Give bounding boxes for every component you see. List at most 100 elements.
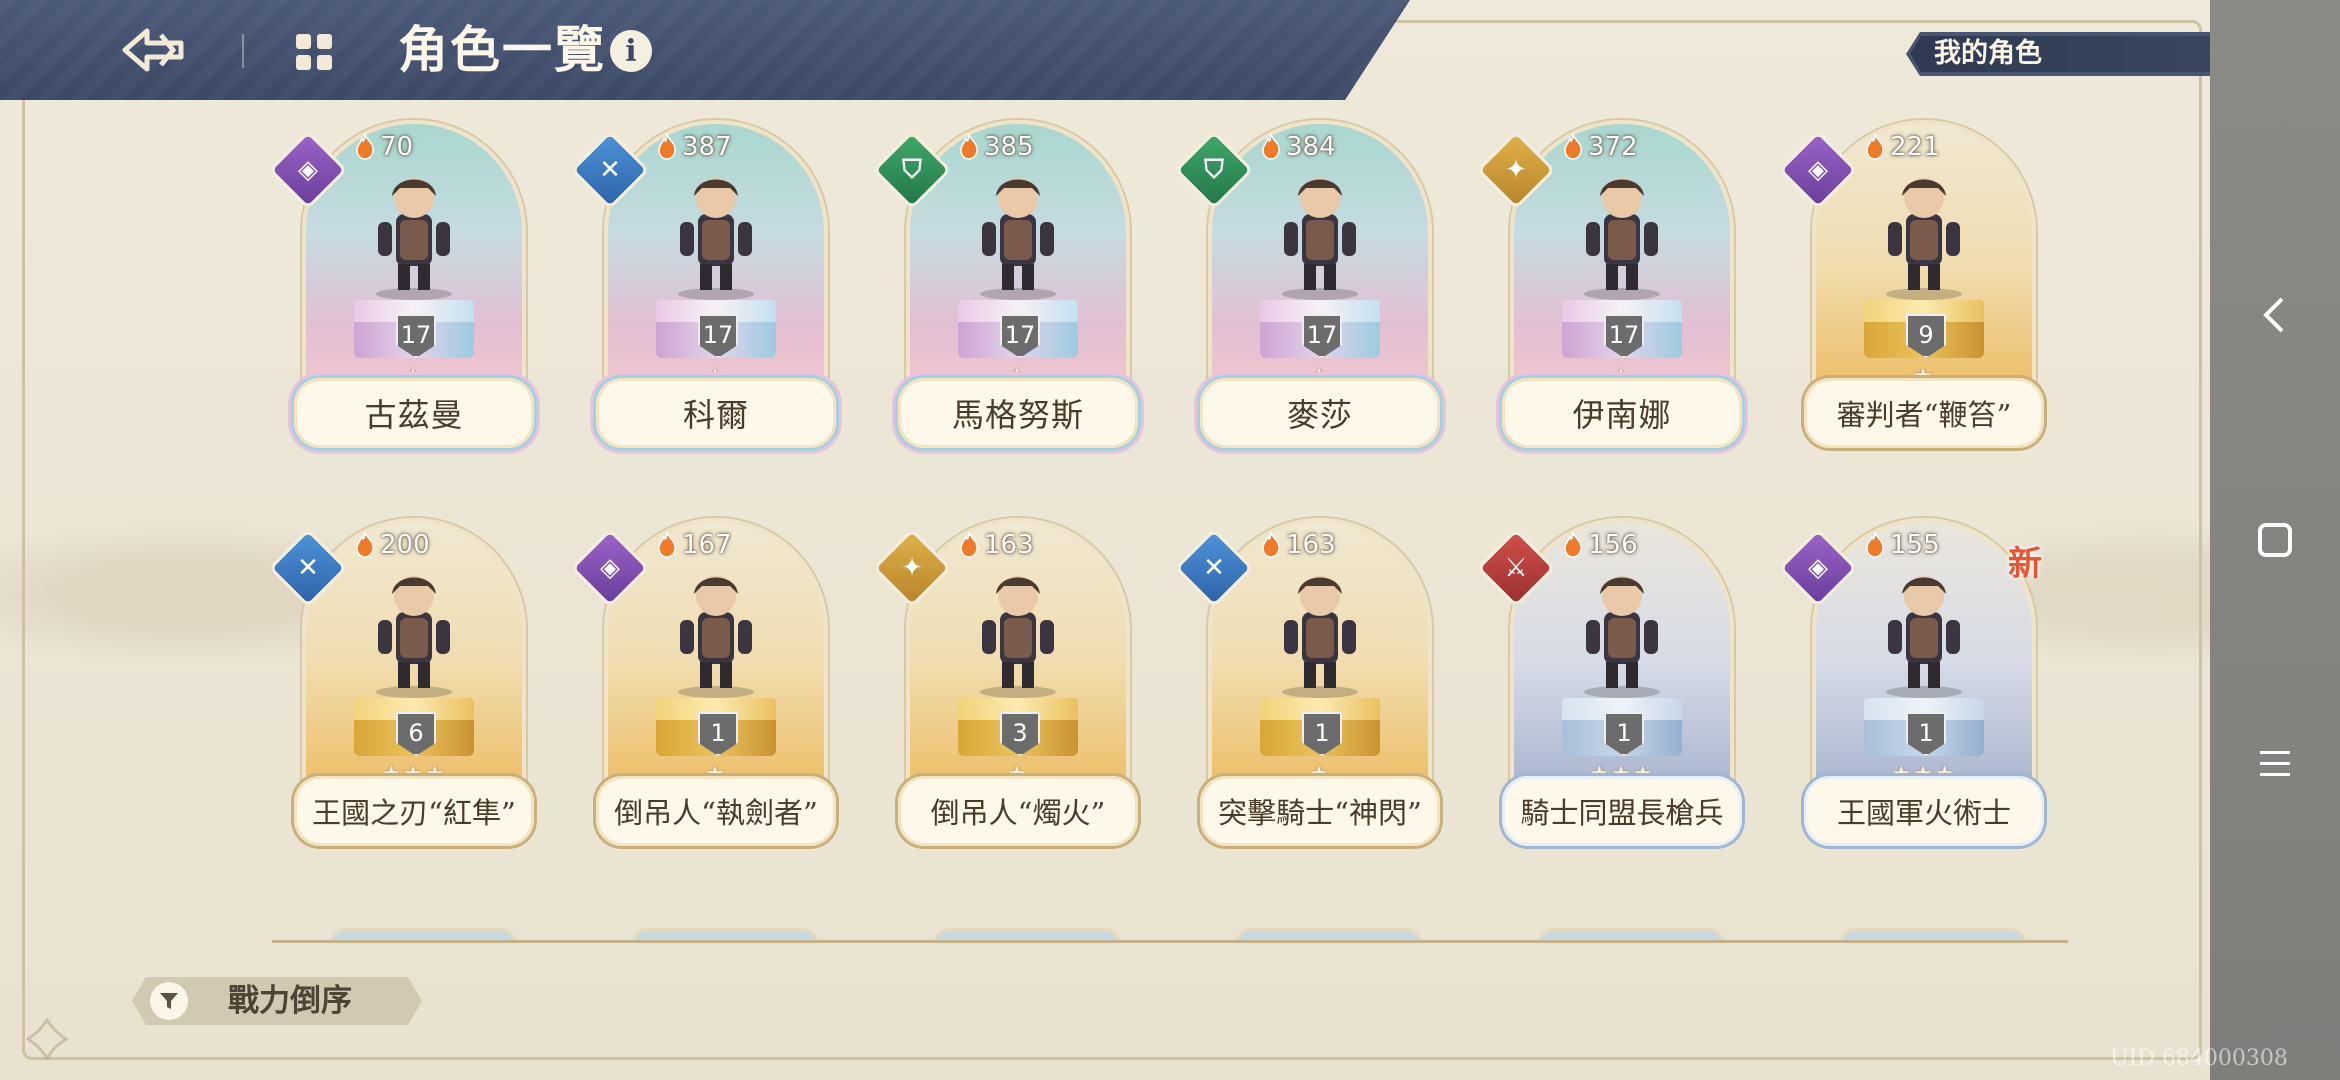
character-card[interactable]: ◈ 221 9 ★ 審判者“鞭笞”: [1778, 120, 2044, 480]
info-icon[interactable]: i: [610, 30, 652, 72]
pedestal: 1: [1548, 698, 1696, 758]
character-sprite: [1886, 178, 1962, 300]
flame-icon: [658, 134, 676, 160]
hamburger-icon: [2260, 751, 2290, 776]
power-text: 372: [1588, 132, 1638, 162]
power-text: 155: [1890, 530, 1940, 560]
character-sprite: [678, 178, 754, 300]
character-card[interactable]: ◈ 70 17 ★ 古茲曼: [268, 120, 534, 480]
flame-icon: [1262, 134, 1280, 160]
power-value: 385: [960, 130, 1034, 164]
power-text: 221: [1890, 132, 1940, 162]
character-sprite: [1886, 576, 1962, 698]
character-name: 倒吊人“執劍者”: [596, 776, 836, 846]
flame-icon: [1866, 532, 1884, 558]
header-divider: [242, 34, 244, 68]
power-value: 155: [1866, 528, 1940, 562]
character-card[interactable]: ⛉ 384 17 ★ 麥莎: [1174, 120, 1440, 480]
page-title: 角色一覽: [398, 20, 606, 79]
back-button[interactable]: [118, 22, 188, 78]
flame-icon: [356, 134, 374, 160]
power-value: 372: [1564, 130, 1638, 164]
list-fade-divider: [272, 940, 2068, 943]
power-value: 70: [356, 130, 414, 164]
pedestal: 3: [944, 698, 1092, 758]
character-card[interactable]: ✕ 200 6 ★★★ 王國之刃“紅隼”: [268, 518, 534, 878]
power-text: 163: [1286, 530, 1336, 560]
power-value: 384: [1262, 130, 1336, 164]
sort-label: 戰力倒序: [228, 983, 352, 1019]
character-name: 突擊騎士“神閃”: [1200, 776, 1440, 846]
character-sprite: [980, 178, 1056, 300]
character-sprite: [376, 178, 452, 300]
pedestal: 17: [1246, 300, 1394, 360]
character-sprite: [376, 576, 452, 698]
character-name: 伊南娜: [1502, 378, 1742, 448]
character-name: 麥莎: [1200, 378, 1440, 448]
power-value: 167: [658, 528, 732, 562]
character-card[interactable]: ✦ 163 3 ★ 倒吊人“燭火”: [872, 518, 1138, 878]
character-name: 王國之刃“紅隼”: [294, 776, 534, 846]
system-menu-button[interactable]: [2240, 728, 2310, 798]
character-name: 騎士同盟長槍兵: [1502, 776, 1742, 846]
power-text: 387: [682, 132, 732, 162]
character-name: 倒吊人“燭火”: [898, 776, 1138, 846]
flame-icon: [1262, 532, 1280, 558]
system-back-button[interactable]: [2240, 280, 2310, 350]
power-text: 163: [984, 530, 1034, 560]
character-name: 古茲曼: [294, 378, 534, 448]
pedestal: 1: [1246, 698, 1394, 758]
character-name: 王國軍火術士: [1804, 776, 2044, 846]
pedestal: 1: [1850, 698, 1998, 758]
character-sprite: [1282, 576, 1358, 698]
pedestal: 17: [642, 300, 790, 360]
character-sprite: [1584, 178, 1660, 300]
character-name: 科爾: [596, 378, 836, 448]
power-value: 156: [1564, 528, 1638, 562]
flame-icon: [658, 532, 676, 558]
corner-ornament-icon: [25, 1017, 69, 1061]
power-text: 167: [682, 530, 732, 560]
character-card[interactable]: ◈ 155 新 1 ★★★ 王國軍火術士: [1778, 518, 2044, 878]
character-card[interactable]: ✕ 387 17 ★ 科爾: [570, 120, 836, 480]
power-value: 200: [356, 528, 430, 562]
flame-icon: [960, 134, 978, 160]
system-home-button[interactable]: [2240, 505, 2310, 575]
power-text: 384: [1286, 132, 1336, 162]
header-pattern: [0, 0, 1410, 100]
flame-icon: [356, 532, 374, 558]
pedestal: 17: [944, 300, 1092, 360]
character-list-screen: 角色一覽 i 我的角色 28 ◈ 70: [0, 0, 2340, 1080]
sort-button[interactable]: 戰力倒序: [132, 977, 422, 1025]
power-value: 163: [1262, 528, 1336, 562]
character-card[interactable]: ⚔ 156 1 ★★★ 騎士同盟長槍兵: [1476, 518, 1742, 878]
character-sprite: [980, 576, 1056, 698]
character-name: 審判者“鞭笞”: [1804, 378, 2044, 448]
chevron-left-icon: [2263, 297, 2284, 333]
square-icon: [2258, 523, 2292, 557]
power-value: 221: [1866, 130, 1940, 164]
power-text: 200: [380, 530, 430, 560]
menu-button[interactable]: [290, 30, 338, 74]
pedestal: 17: [340, 300, 488, 360]
pedestal: 1: [642, 698, 790, 758]
filter-icon: [150, 982, 188, 1020]
character-sprite: [678, 576, 754, 698]
character-card[interactable]: ⛉ 385 17 ★ 馬格努斯: [872, 120, 1138, 480]
new-badge: 新: [2008, 544, 2042, 584]
power-text: 70: [380, 132, 414, 162]
character-card[interactable]: ✕ 163 1 ★ 突擊騎士“神閃”: [1174, 518, 1440, 878]
flame-icon: [1564, 532, 1582, 558]
power-value: 387: [658, 130, 732, 164]
character-card[interactable]: ◈ 167 1 ★ 倒吊人“執劍者”: [570, 518, 836, 878]
character-sprite: [1282, 178, 1358, 300]
character-sprite: [1584, 576, 1660, 698]
power-value: 163: [960, 528, 1034, 562]
pedestal: 6: [340, 698, 488, 758]
pedestal: 17: [1548, 300, 1696, 360]
character-name: 馬格努斯: [898, 378, 1138, 448]
flame-icon: [1564, 134, 1582, 160]
power-text: 385: [984, 132, 1034, 162]
character-card[interactable]: ✦ 372 17 ★ 伊南娜: [1476, 120, 1742, 480]
flame-icon: [1866, 134, 1884, 160]
